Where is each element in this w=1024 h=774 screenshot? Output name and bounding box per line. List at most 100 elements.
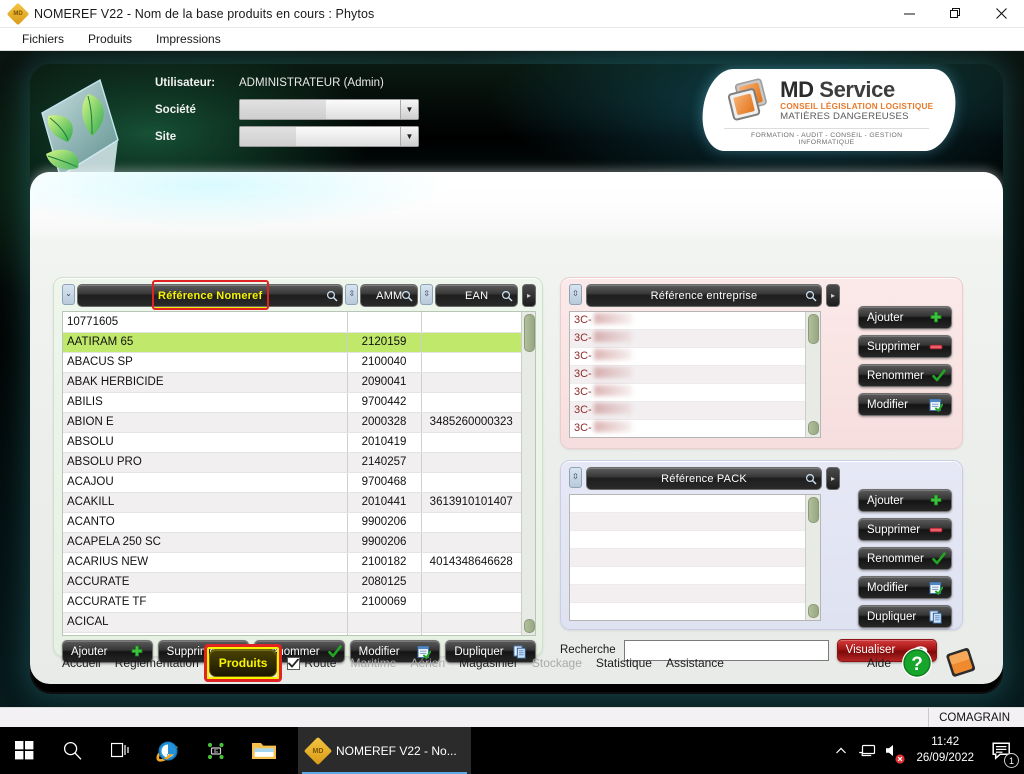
- scrollbar-bottom-handle[interactable]: [808, 604, 819, 618]
- internet-explorer-icon[interactable]: [144, 727, 192, 774]
- scrollbar-thumb[interactable]: [524, 314, 535, 352]
- table-row[interactable]: ACCURATE2080125: [63, 572, 521, 592]
- list-item[interactable]: 3C-: [570, 366, 805, 384]
- table-row[interactable]: ACAJOU9700468: [63, 472, 521, 492]
- sort-toggle-ean-icon[interactable]: ⇳: [420, 284, 433, 305]
- table-row[interactable]: AATIRAM 652120159: [63, 332, 521, 352]
- search-icon[interactable]: [501, 290, 513, 302]
- entreprise-supprimer-button[interactable]: Supprimer: [858, 335, 952, 358]
- pack-supprimer-button[interactable]: Supprimer: [858, 518, 952, 541]
- network-icon[interactable]: [854, 727, 880, 774]
- pack-renommer-button[interactable]: Renommer: [858, 547, 952, 570]
- entreprise-modifier-button[interactable]: Modifier: [858, 393, 952, 416]
- column-header-reference-pack[interactable]: Référence PACK: [586, 467, 822, 490]
- file-explorer-icon[interactable]: [240, 727, 288, 774]
- route-checkbox[interactable]: [287, 657, 300, 670]
- nav-item-accueil[interactable]: Accueil: [55, 652, 108, 674]
- nav-item-magasinier[interactable]: Magasinier: [452, 652, 525, 674]
- table-row[interactable]: ABAK HERBICIDE2090041: [63, 372, 521, 392]
- minimize-button[interactable]: [886, 0, 932, 28]
- scrollbar-bottom-handle[interactable]: [524, 619, 535, 633]
- chevron-down-icon[interactable]: ▼: [400, 100, 418, 119]
- orange-square-icon[interactable]: [943, 646, 981, 680]
- entreprise-more-button[interactable]: ▸: [826, 284, 840, 307]
- scrollbar-thumb[interactable]: [808, 497, 819, 523]
- pack-dupliquer-button[interactable]: Dupliquer: [858, 605, 952, 628]
- task-view-icon[interactable]: [96, 727, 144, 774]
- list-item[interactable]: 3C-: [570, 420, 805, 438]
- table-row[interactable]: ACCURATE TF2100069: [63, 592, 521, 612]
- pack-modifier-button[interactable]: Modifier: [858, 576, 952, 599]
- table-row[interactable]: ACANTO9900206: [63, 512, 521, 532]
- notifications-icon[interactable]: 1: [984, 727, 1020, 774]
- scrollbar-thumb[interactable]: [808, 314, 819, 344]
- table-row[interactable]: 10771605: [63, 312, 521, 332]
- table-row[interactable]: ABACUS SP2100040: [63, 352, 521, 372]
- column-header-reference-entreprise[interactable]: Référence entreprise: [586, 284, 822, 307]
- table-row[interactable]: ACAKILL20104413613910101407: [63, 492, 521, 512]
- maximize-button[interactable]: [932, 0, 978, 28]
- table-row[interactable]: ABION E20003283485260000323: [63, 412, 521, 432]
- table-row[interactable]: ABSOLU2010419: [63, 432, 521, 452]
- nav-item-statistique[interactable]: Statistique: [589, 652, 659, 674]
- chevron-up-icon[interactable]: [828, 727, 854, 774]
- pack-ajouter-button[interactable]: Ajouter: [858, 489, 952, 512]
- volume-muted-icon[interactable]: [880, 727, 906, 774]
- search-icon[interactable]: [326, 290, 338, 302]
- list-item[interactable]: [570, 567, 805, 585]
- column-header-amm[interactable]: AMM: [360, 284, 418, 307]
- search-icon[interactable]: [401, 290, 413, 302]
- taskbar-app-nomeref[interactable]: MD NOMEREF V22 - No...: [298, 727, 471, 774]
- menu-item-produits[interactable]: Produits: [76, 29, 144, 49]
- table-row[interactable]: ACICAL: [63, 612, 521, 632]
- entreprise-ajouter-button[interactable]: Ajouter: [858, 306, 952, 329]
- nav-item-assistance[interactable]: Assistance: [659, 652, 731, 674]
- table-row[interactable]: ABSOLU PRO2140257: [63, 452, 521, 472]
- windows-start-icon[interactable]: [0, 727, 48, 774]
- scrollbar-bottom-handle[interactable]: [808, 421, 819, 435]
- table-row[interactable]: ABILIS9700442: [63, 392, 521, 412]
- entreprise-list[interactable]: 3C-3C-3C-3C-3C-3C-3C-: [569, 311, 821, 438]
- list-item[interactable]: 3C-: [570, 384, 805, 402]
- pack-list[interactable]: [569, 494, 821, 621]
- list-item[interactable]: 3C-: [570, 348, 805, 366]
- sort-toggle-reference-icon[interactable]: ⌄: [62, 284, 75, 305]
- question-mark-icon[interactable]: ?: [901, 647, 933, 679]
- nav-item-reglementation[interactable]: Réglementation: [108, 652, 206, 674]
- table-row[interactable]: ACAPELA 250 SC9900206: [63, 532, 521, 552]
- search-icon[interactable]: [805, 290, 817, 302]
- pack-scrollbar[interactable]: [805, 495, 820, 620]
- sort-toggle-amm-icon[interactable]: ⇳: [345, 284, 358, 305]
- column-header-ean[interactable]: EAN: [435, 284, 518, 307]
- pack-more-button[interactable]: ▸: [826, 467, 840, 490]
- sort-toggle-entreprise-icon[interactable]: ⇳: [569, 284, 582, 305]
- grid-more-columns-button[interactable]: ▸: [522, 284, 536, 307]
- search-icon[interactable]: [48, 727, 96, 774]
- table-row[interactable]: ACARIUS NEW21001824014348646628: [63, 552, 521, 572]
- column-header-reference-nomeref[interactable]: Référence Nomeref: [77, 284, 343, 307]
- chevron-down-icon[interactable]: ▼: [400, 127, 418, 146]
- sort-toggle-pack-icon[interactable]: ⇳: [569, 467, 582, 488]
- table-row[interactable]: ACIDE CHLORHYDRIQUE 35%: [63, 632, 521, 636]
- nav-item-route[interactable]: Route: [280, 652, 343, 674]
- menu-item-fichiers[interactable]: Fichiers: [10, 29, 76, 49]
- list-item[interactable]: 3C-: [570, 402, 805, 420]
- menu-item-impressions[interactable]: Impressions: [144, 29, 233, 49]
- network-app-icon[interactable]: IE: [192, 727, 240, 774]
- list-item[interactable]: [570, 585, 805, 603]
- list-item[interactable]: 3C-: [570, 330, 805, 348]
- nav-item-produits[interactable]: Produits: [209, 649, 278, 677]
- list-item[interactable]: 3C-: [570, 312, 805, 330]
- entreprise-scrollbar[interactable]: [805, 312, 820, 437]
- list-item[interactable]: [570, 513, 805, 531]
- list-item[interactable]: [570, 495, 805, 513]
- list-item[interactable]: [570, 549, 805, 567]
- site-dropdown[interactable]: ▼: [239, 126, 419, 147]
- list-item[interactable]: [570, 603, 805, 621]
- societe-dropdown[interactable]: ▼: [239, 99, 419, 120]
- close-button[interactable]: [978, 0, 1024, 28]
- list-item[interactable]: [570, 531, 805, 549]
- search-icon[interactable]: [805, 473, 817, 485]
- product-grid-scrollbar[interactable]: [521, 312, 535, 635]
- taskbar-clock[interactable]: 11:42 26/09/2022: [906, 735, 984, 766]
